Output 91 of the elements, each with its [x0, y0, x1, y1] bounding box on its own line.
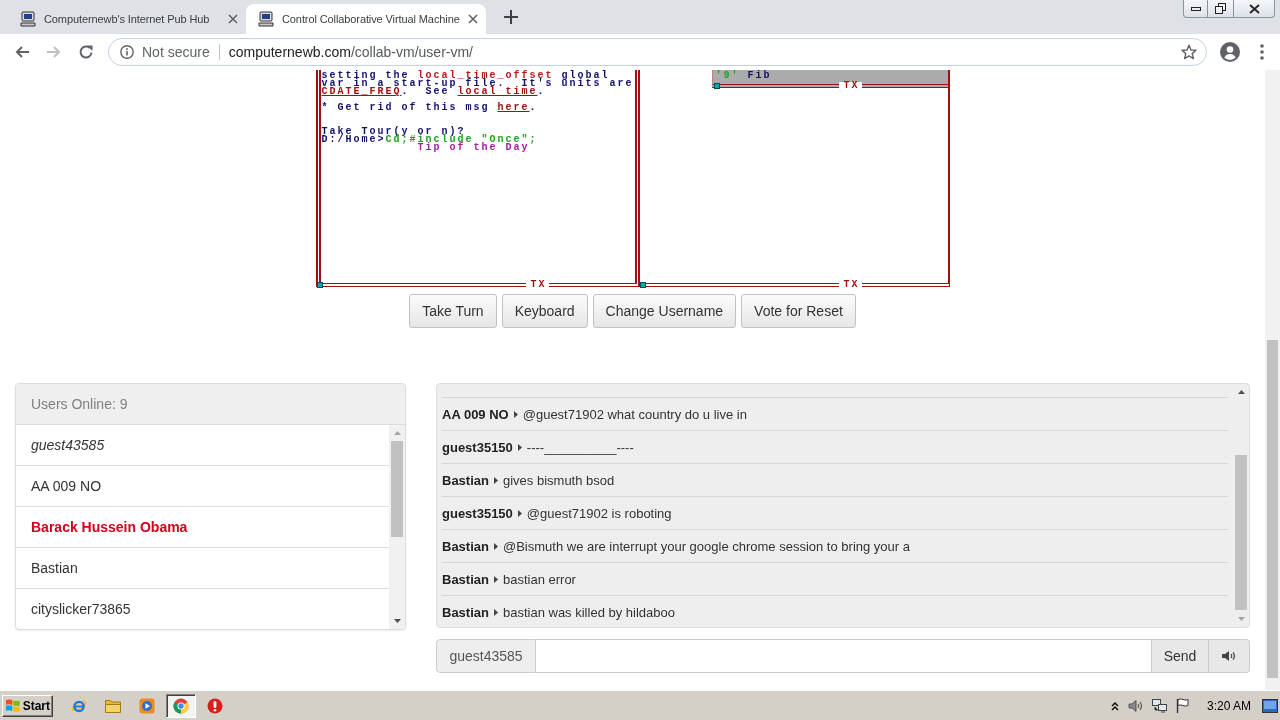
- caret-icon: [517, 509, 522, 517]
- star-icon[interactable]: [1181, 44, 1197, 60]
- restore-icon: [1215, 3, 1226, 14]
- chat-message: @guest71902 what country do u live in: [522, 406, 747, 422]
- chat-input[interactable]: [536, 639, 1152, 673]
- terminal-link[interactable]: CDATE_FREQ: [321, 86, 402, 97]
- chat-username: guest35150: [442, 439, 513, 455]
- chat-message: @guest71902 is roboting: [526, 505, 672, 521]
- close-icon[interactable]: [228, 14, 238, 24]
- info-icon[interactable]: [120, 45, 134, 59]
- chat-message: @Bismuth we are interrupt your google chrome session to bring your a: [502, 538, 910, 554]
- sound-button[interactable]: [1209, 639, 1250, 673]
- window-label: TX: [839, 82, 862, 90]
- terminal-line: setting the local_time_offset global: [321, 72, 610, 80]
- chat-message: ----__________----: [526, 439, 634, 455]
- minimize-button[interactable]: [1183, 0, 1208, 18]
- minimize-icon: [1190, 6, 1201, 11]
- flag-logo-icon: [5, 698, 21, 713]
- desktop-icon[interactable]: [1262, 698, 1278, 713]
- close-icon[interactable]: [467, 14, 478, 24]
- terminal-line: '9' Fib: [715, 72, 773, 80]
- scrollbar-track[interactable]: [1265, 70, 1280, 690]
- computer-icon: [20, 11, 36, 27]
- chat-username: guest35150: [442, 505, 513, 521]
- chat-message: bastian was killed by hildaboo: [502, 604, 675, 620]
- play-icon: [139, 697, 155, 714]
- network-icon[interactable]: [1151, 697, 1168, 714]
- vm-action-button[interactable]: Change Username: [592, 294, 737, 328]
- browser-tab[interactable]: Computernewb's Internet Pub Hub: [8, 4, 246, 34]
- user-list-item: AA 009 NO: [16, 466, 389, 507]
- user-list-item: Bastian: [16, 548, 389, 589]
- corner-marker-icon: [639, 282, 646, 288]
- caret-icon: [493, 608, 498, 616]
- terminal-link[interactable]: local time: [457, 86, 538, 97]
- corner-marker-icon: [316, 282, 323, 288]
- caret-icon: [513, 410, 518, 418]
- speaker-icon: [1222, 650, 1236, 662]
- chevron-up-icon[interactable]: [1110, 700, 1119, 711]
- chat-username: AA 009 NO: [442, 406, 509, 422]
- user-list-item: guest43585: [16, 425, 389, 466]
- chat-username: Bastian: [442, 538, 489, 554]
- corner-marker-icon: [713, 83, 720, 89]
- close-icon: [1248, 3, 1260, 14]
- reload-icon[interactable]: [78, 44, 94, 60]
- user-list-item: Barack Hussein Obama: [16, 507, 389, 548]
- window-label: TX: [839, 281, 862, 289]
- terminal-link[interactable]: here: [497, 102, 530, 113]
- folder-icon: [105, 698, 121, 713]
- new-tab-icon[interactable]: [503, 10, 518, 24]
- computer-icon: [258, 11, 274, 27]
- scrollbar-thumb[interactable]: [1235, 455, 1247, 610]
- back-icon[interactable]: [14, 44, 30, 60]
- scrollbar-thumb[interactable]: [1267, 340, 1278, 678]
- flag-icon[interactable]: [1175, 698, 1190, 713]
- panel-header: Users Online: 9: [16, 384, 405, 425]
- chat-username: Bastian: [442, 472, 489, 488]
- terminal-line: * Get rid of this msg here.: [321, 104, 539, 112]
- menu-icon[interactable]: [1260, 44, 1264, 60]
- terminal-line: Tip of the Day: [417, 144, 530, 152]
- caret-icon: [493, 575, 498, 583]
- url-text: computernewb.com/collab-vm/user-vm/: [228, 44, 474, 60]
- vm-action-button[interactable]: Keyboard: [501, 294, 588, 328]
- taskbar-app-button[interactable]: [166, 693, 196, 718]
- terminal-line: D:/Home>Cd;#include "Once";: [321, 136, 539, 144]
- start-button[interactable]: Start: [2, 694, 53, 717]
- scroll-down-icon[interactable]: [393, 619, 401, 623]
- browser-tab[interactable]: Control Collaborative Virtual Machine: [246, 4, 486, 34]
- vm-action-button[interactable]: Take Turn: [409, 294, 497, 328]
- username-label: guest43585: [436, 639, 536, 673]
- chat-message: bastian error: [502, 571, 576, 587]
- window-label: TX: [526, 281, 549, 289]
- send-button[interactable]: Send: [1152, 639, 1209, 673]
- caret-icon: [493, 542, 498, 550]
- terminal-line: CDATE_FREQ. See local time.: [321, 88, 547, 96]
- clock-text: 3:20 AM: [1206, 698, 1251, 713]
- chat-username: Bastian: [442, 571, 489, 587]
- scroll-up-icon[interactable]: [1237, 390, 1245, 394]
- scrollbar-track[interactable]: [389, 425, 405, 629]
- speaker-icon[interactable]: [1127, 698, 1144, 713]
- profile-icon[interactable]: [1220, 42, 1240, 62]
- security-label: Not secure: [142, 44, 210, 60]
- alert-icon: [207, 697, 223, 714]
- close-button[interactable]: [1234, 0, 1275, 18]
- chat-message: gives bismuth bsod: [502, 472, 615, 488]
- vm-action-button[interactable]: Vote for Reset: [741, 294, 856, 328]
- caret-icon: [517, 443, 522, 451]
- chat-username: Bastian: [442, 604, 489, 620]
- scrollbar-thumb[interactable]: [391, 441, 403, 537]
- circle-logo-icon: [173, 697, 189, 714]
- restore-button[interactable]: [1208, 0, 1234, 18]
- caret-icon: [493, 476, 498, 484]
